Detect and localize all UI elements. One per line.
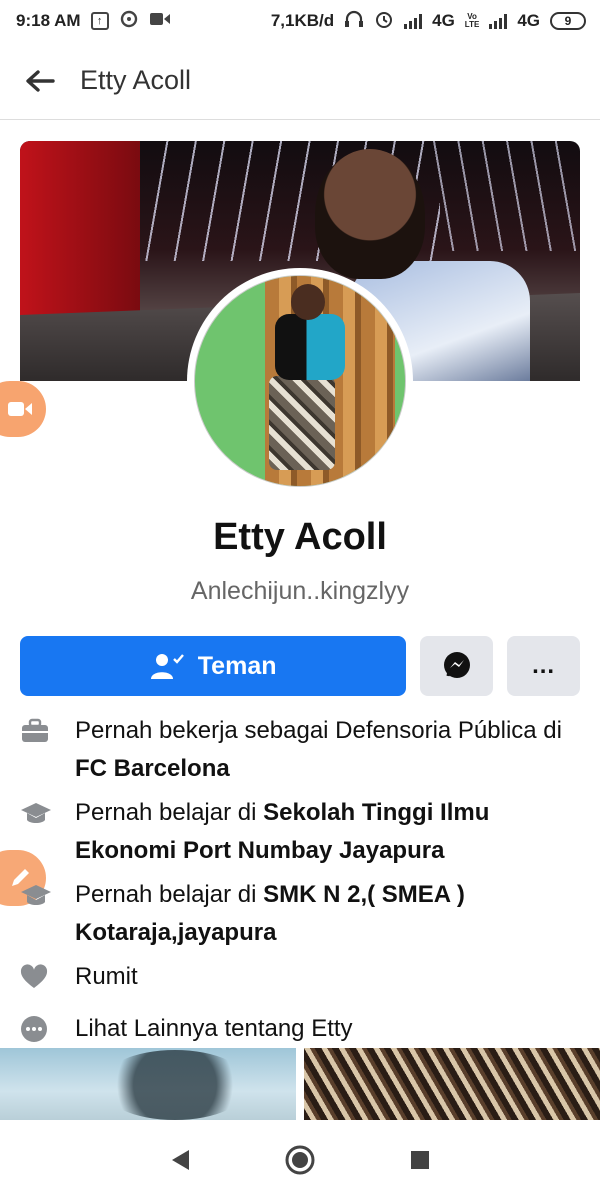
network-type-1: 4G: [432, 11, 455, 30]
profile-name: Etty Acoll: [213, 516, 387, 558]
back-button[interactable]: [0, 42, 80, 120]
floating-video-button[interactable]: [0, 381, 46, 437]
status-left: 9:18 AM ↑: [16, 10, 171, 33]
work-place[interactable]: FC Barcelona: [75, 755, 230, 782]
friend-check-icon: [150, 654, 184, 679]
battery-icon: 9: [550, 12, 586, 30]
briefcase-icon: [22, 718, 48, 742]
work-prefix: Pernah bekerja sebagai Defensoria Públic…: [75, 717, 562, 744]
education-prefix-1: Pernah belajar di: [75, 799, 264, 826]
net-speed: 7,1KB/d: [270, 11, 335, 30]
sync-icon: [119, 10, 139, 33]
system-nav-bar: [0, 1120, 600, 1200]
friends-button[interactable]: Teman: [20, 636, 407, 696]
see-more-about[interactable]: Lihat Lainnya tentang Etty: [20, 1010, 580, 1048]
alarm-icon: [374, 9, 394, 34]
upload-icon: ↑: [90, 12, 109, 30]
nav-home-button[interactable]: [270, 1130, 330, 1190]
profile-picture[interactable]: [187, 268, 413, 494]
work-item[interactable]: Pernah bekerja sebagai Defensoria Públic…: [20, 712, 580, 788]
status-bar: 9:18 AM ↑ 7,1KB/d 4G Vo LTE 4G 9: [0, 0, 600, 42]
status-time: 9:18 AM: [16, 11, 81, 30]
status-right: 7,1KB/d 4G Vo LTE 4G 9: [271, 9, 586, 34]
page-title: Etty Acoll: [80, 65, 192, 95]
more-dots-icon: [21, 1016, 47, 1042]
profile-actions: Teman ...: [20, 636, 580, 696]
message-button[interactable]: [420, 636, 494, 696]
photo-thumbnail[interactable]: [304, 1048, 600, 1120]
photo-strip: [0, 1048, 600, 1120]
square-recents-icon: [411, 1151, 429, 1169]
photo-thumbnail[interactable]: [0, 1048, 296, 1120]
video-camera-icon: [8, 402, 32, 416]
triangle-back-icon: [172, 1150, 189, 1170]
education-prefix-2: Pernah belajar di: [75, 881, 264, 908]
avatar: [194, 275, 406, 487]
profile-nickname: Anlechijun..kingzlyy: [190, 577, 410, 605]
friends-button-label: Teman: [197, 651, 277, 680]
education-item-2[interactable]: Pernah belajar di SMK N 2,( SMEA ) Kotar…: [20, 876, 580, 952]
graduation-cap-icon: [21, 885, 51, 905]
messenger-icon: [443, 652, 470, 678]
relationship-item[interactable]: Rumit: [20, 958, 580, 996]
volte-icon: Vo LTE: [464, 12, 480, 29]
more-options-label: ...: [532, 652, 556, 679]
video-camera-icon: [149, 11, 171, 32]
about-section: Pernah bekerja sebagai Defensoria Públic…: [20, 712, 580, 1054]
app-bar: Etty Acoll: [0, 42, 600, 120]
network-type-2: 4G: [517, 11, 540, 30]
see-more-label: Lihat Lainnya tentang Etty: [75, 1015, 353, 1042]
headphones-icon: [344, 10, 364, 33]
graduation-cap-icon: [21, 803, 51, 823]
heart-icon: [20, 964, 48, 988]
battery-level: 9: [564, 14, 572, 28]
more-options-button[interactable]: ...: [507, 636, 580, 696]
relationship-status: Rumit: [75, 963, 138, 990]
signal-icon: [404, 13, 423, 29]
circle-home-icon: [285, 1145, 315, 1175]
nav-recents-button[interactable]: [390, 1130, 450, 1190]
education-item-1[interactable]: Pernah belajar di Sekolah Tinggi Ilmu Ek…: [20, 794, 580, 870]
arrow-left-icon: [26, 69, 55, 92]
nav-back-button[interactable]: [150, 1130, 210, 1190]
signal-icon-2: [489, 13, 508, 29]
